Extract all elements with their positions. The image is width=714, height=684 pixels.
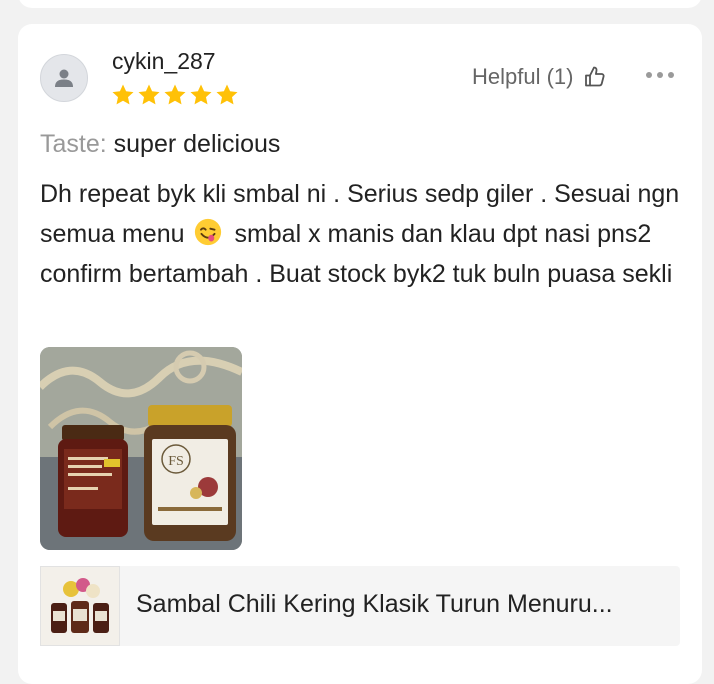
star-icon	[190, 84, 212, 105]
review-photo-image: FS	[40, 347, 242, 550]
review-photo[interactable]: FS	[40, 347, 242, 550]
more-options-button[interactable]	[646, 72, 674, 78]
helpful-button[interactable]: Helpful (1)	[472, 64, 607, 90]
previous-card	[18, 0, 702, 8]
helpful-label: Helpful (1)	[472, 64, 574, 89]
product-thumbnail	[40, 566, 120, 646]
dot	[646, 72, 652, 78]
variation-value: super delicious	[113, 130, 281, 158]
variation-info: Taste: super delicious	[40, 130, 280, 159]
dot	[657, 72, 663, 78]
review-text: Dh repeat byk kli smbal ni . Serius sedp…	[40, 174, 690, 294]
avatar[interactable]	[40, 54, 88, 102]
product-name: Sambal Chili Kering Klasik Turun Menuru.…	[136, 590, 613, 618]
variation-label: Taste:	[40, 130, 107, 158]
thumbs-up-icon	[585, 66, 606, 87]
star-icon	[216, 84, 238, 105]
jar-label-text: FS	[168, 454, 184, 469]
star-icon	[112, 84, 134, 105]
face-savoring-food-emoji	[195, 218, 222, 246]
dot	[668, 72, 674, 78]
star-icon	[138, 84, 160, 105]
product-link[interactable]: Sambal Chili Kering Klasik Turun Menuru.…	[40, 566, 680, 646]
star-icon	[164, 84, 186, 105]
star-rating	[111, 83, 239, 107]
reviewer-username[interactable]: cykin_287	[112, 48, 216, 75]
person-icon	[55, 69, 73, 87]
